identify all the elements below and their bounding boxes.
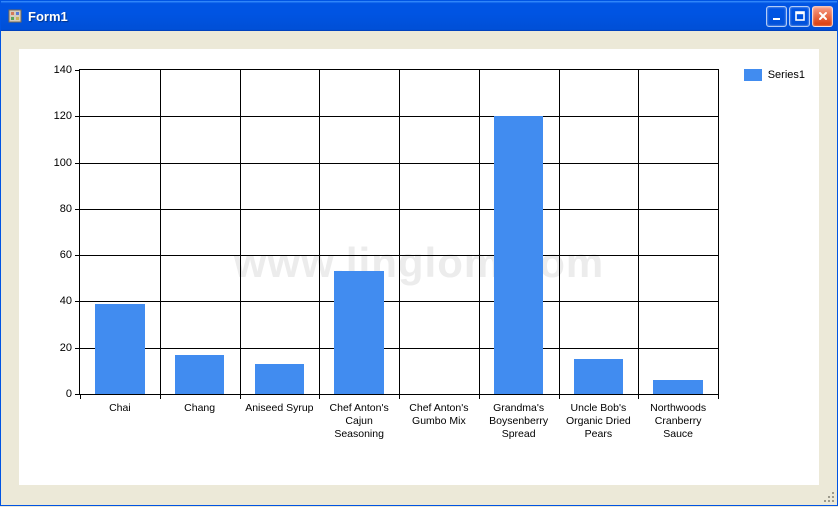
y-tick xyxy=(75,70,80,71)
y-tick-label: 20 xyxy=(60,342,72,354)
chart-legend: Series1 xyxy=(744,69,805,81)
minimize-button[interactable] xyxy=(766,6,787,27)
x-tick-label: Aniseed Syrup xyxy=(243,402,315,415)
close-button[interactable] xyxy=(812,6,833,27)
legend-swatch-icon xyxy=(744,69,762,81)
x-tick-label: Grandma's Boysenberry Spread xyxy=(483,402,555,441)
window-title: Form1 xyxy=(28,9,766,24)
app-window: Form1 www.linglom.com 020406080100120140… xyxy=(0,0,838,506)
y-tick xyxy=(75,301,80,302)
y-tick xyxy=(75,255,80,256)
resize-grip[interactable] xyxy=(822,490,836,504)
x-tick xyxy=(240,394,241,399)
chart-bar xyxy=(574,359,623,394)
legend-label: Series1 xyxy=(768,69,805,81)
gridline-v xyxy=(319,70,320,394)
y-tick-label: 0 xyxy=(66,388,72,400)
chart-bar xyxy=(95,304,144,394)
chart-panel: www.linglom.com 020406080100120140ChaiCh… xyxy=(19,49,819,485)
x-tick xyxy=(399,394,400,399)
x-tick xyxy=(160,394,161,399)
gridline-v xyxy=(479,70,480,394)
chart-bar xyxy=(334,271,383,394)
client-area: www.linglom.com 020406080100120140ChaiCh… xyxy=(1,31,837,505)
y-tick-label: 40 xyxy=(60,295,72,307)
gridline-v xyxy=(559,70,560,394)
chart-plot: 020406080100120140ChaiChangAniseed Syrup… xyxy=(79,69,719,395)
app-icon xyxy=(7,8,23,24)
gridline-v xyxy=(240,70,241,394)
x-tick-label: Northwoods Cranberry Sauce xyxy=(642,402,714,441)
y-tick-label: 100 xyxy=(54,157,72,169)
titlebar[interactable]: Form1 xyxy=(1,1,837,31)
x-tick xyxy=(80,394,81,399)
gridline-v xyxy=(160,70,161,394)
x-tick xyxy=(319,394,320,399)
y-tick xyxy=(75,209,80,210)
x-tick xyxy=(638,394,639,399)
chart-bar xyxy=(175,355,224,394)
x-tick-label: Chef Anton's Gumbo Mix xyxy=(403,402,475,428)
x-tick xyxy=(479,394,480,399)
x-tick xyxy=(718,394,719,399)
y-tick xyxy=(75,116,80,117)
y-tick-label: 120 xyxy=(54,110,72,122)
window-controls xyxy=(766,6,833,27)
x-tick-label: Chef Anton's Cajun Seasoning xyxy=(323,402,395,441)
y-tick-label: 140 xyxy=(54,64,72,76)
y-tick xyxy=(75,163,80,164)
maximize-button[interactable] xyxy=(789,6,810,27)
chart-bar xyxy=(653,380,702,394)
y-tick-label: 80 xyxy=(60,203,72,215)
x-tick-label: Uncle Bob's Organic Dried Pears xyxy=(562,402,634,441)
y-tick xyxy=(75,348,80,349)
gridline-v xyxy=(638,70,639,394)
gridline-v xyxy=(399,70,400,394)
x-tick-label: Chai xyxy=(84,402,156,415)
chart-bar xyxy=(494,116,543,394)
y-tick-label: 60 xyxy=(60,249,72,261)
plot-area: 020406080100120140ChaiChangAniseed Syrup… xyxy=(79,69,719,395)
chart-bar xyxy=(255,364,304,394)
x-tick xyxy=(559,394,560,399)
x-tick-label: Chang xyxy=(164,402,236,415)
